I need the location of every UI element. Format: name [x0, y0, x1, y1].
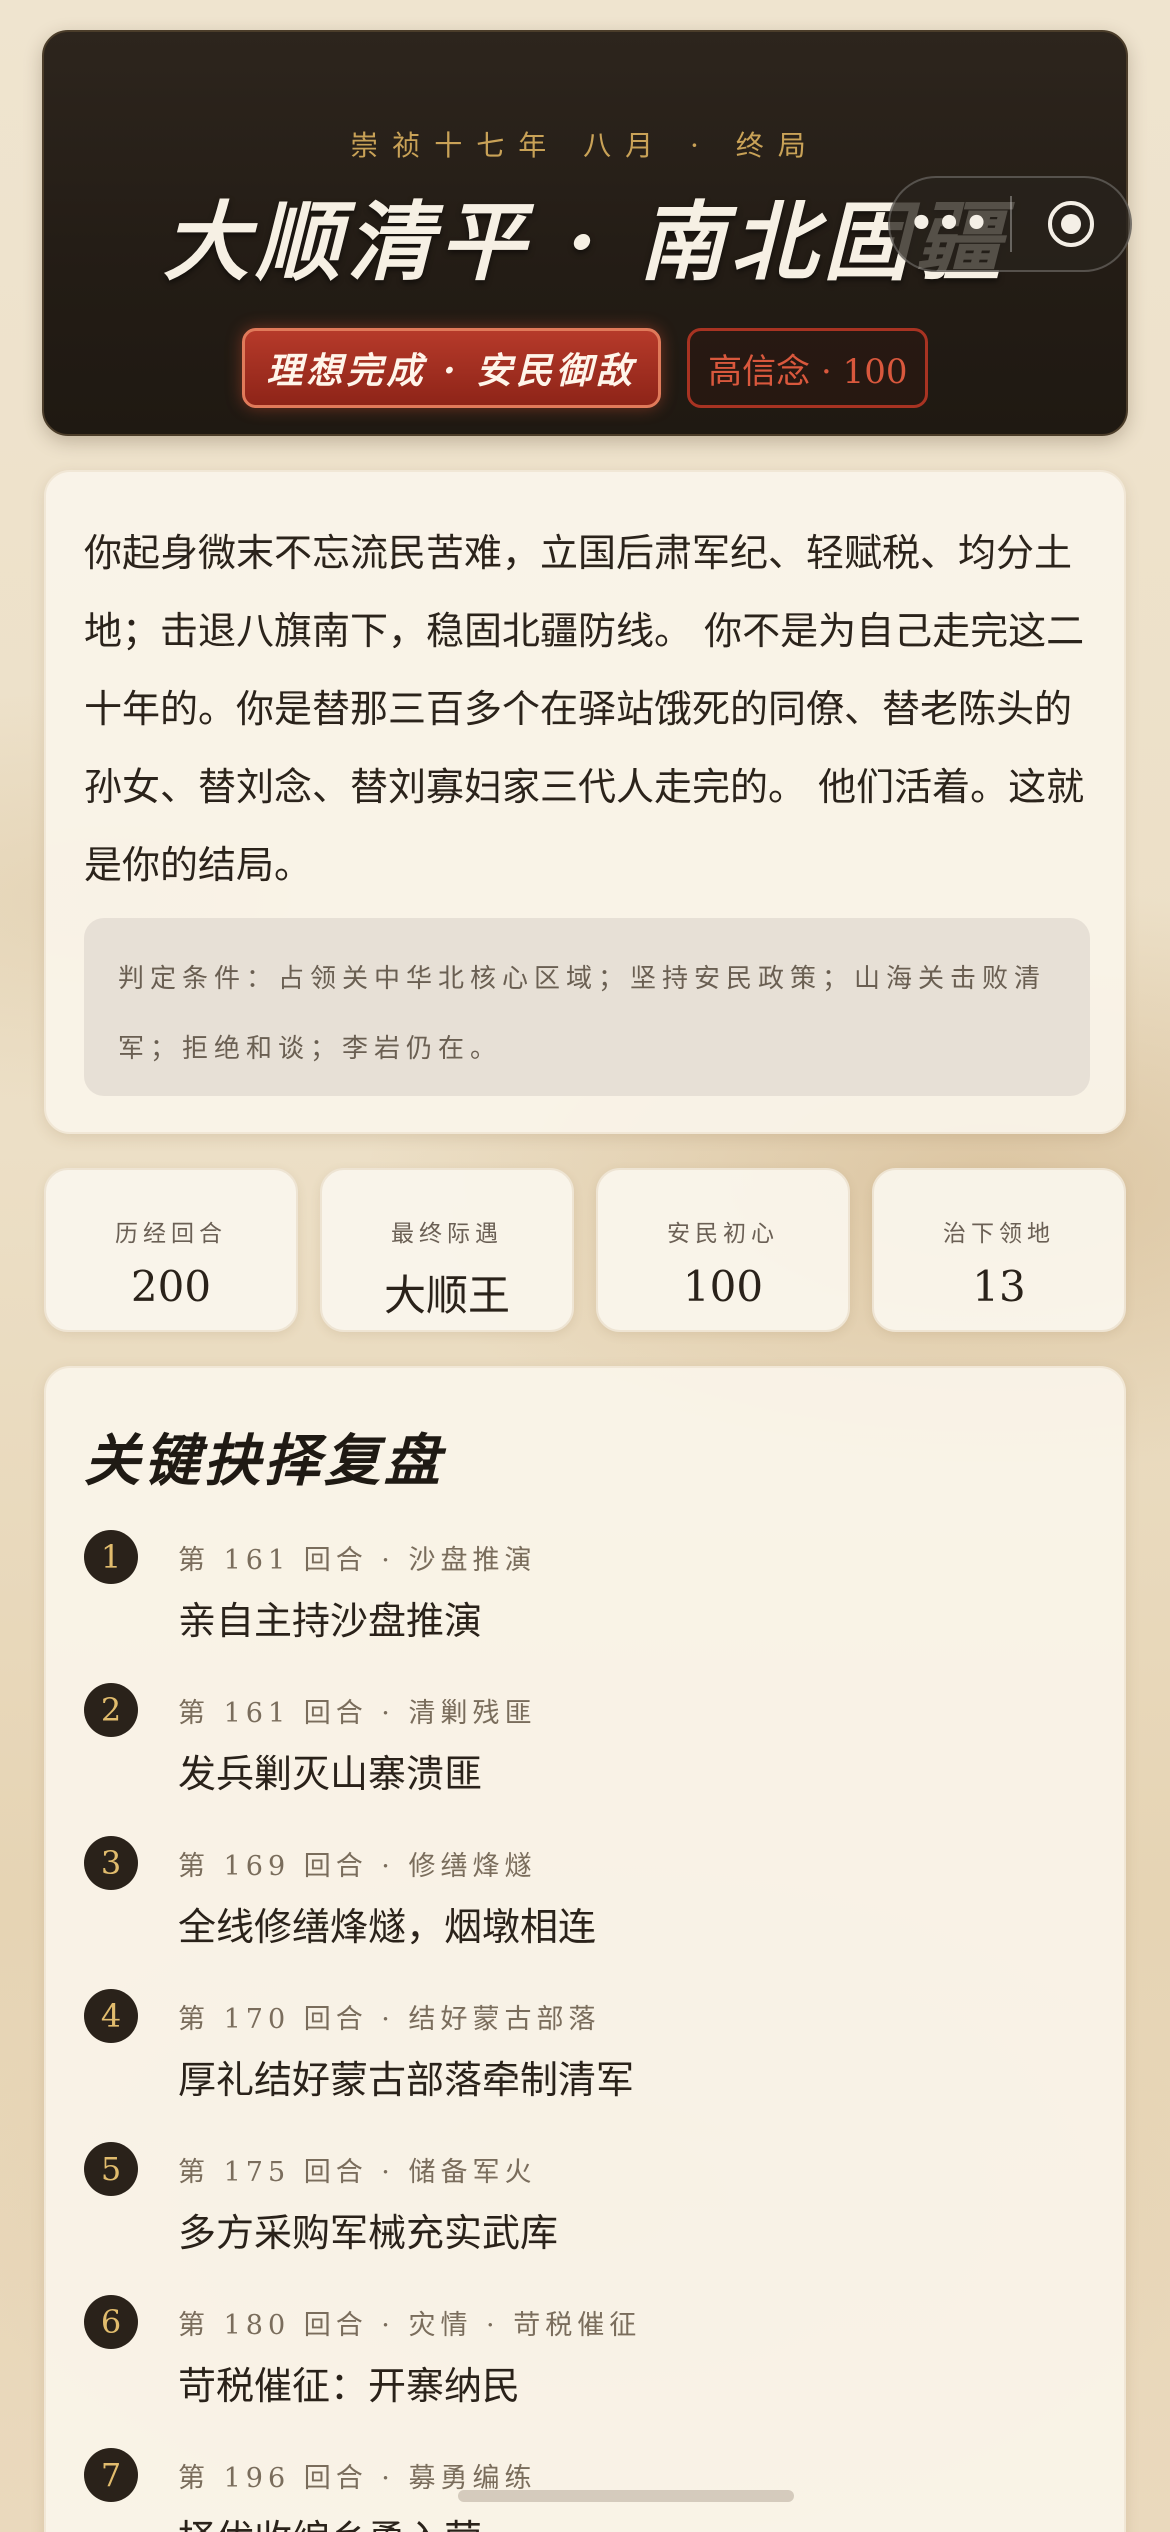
choice-text: 择优收编乡勇入营 [178, 2508, 482, 2532]
record-circle-icon[interactable] [1012, 198, 1130, 250]
stat-final-status: 最终际遇 大顺王 [320, 1168, 574, 1332]
choice-item: 3 第 169 回合 · 修缮烽燧 全线修缮烽燧，烟墩相连 [84, 1836, 1084, 1986]
choice-meta: 第 161 回合 · 沙盘推演 [178, 1545, 537, 1576]
key-choices-title: 关键抉择复盘 [84, 1428, 444, 1494]
choice-number: 2 [84, 1683, 138, 1737]
ending-date: 崇祯十七年 八月 · 终局 [350, 129, 820, 162]
home-indicator[interactable] [458, 2490, 794, 2502]
ellipsis-icon[interactable]: ••• [890, 204, 1010, 244]
stat-label: 历经回合 [115, 1221, 227, 1247]
stat-value: 200 [130, 1262, 212, 1311]
stat-rounds: 历经回合 200 [44, 1168, 298, 1332]
choice-item: 1 第 161 回合 · 沙盘推演 亲自主持沙盘推演 [84, 1530, 1084, 1680]
stat-label: 最终际遇 [391, 1221, 503, 1247]
ending-narrative: 你起身微末不忘流民苦难，立国后肃军纪、轻赋税、均分土地；击退八旗南下，稳固北疆防… [84, 531, 1085, 887]
choice-number: 6 [84, 2295, 138, 2349]
ending-badges: 理想完成 · 安民御敌 高信念 · 100 [44, 328, 1126, 408]
choice-meta: 第 180 回合 · 灾情 · 苛税催征 [178, 2310, 642, 2341]
ending-type-badge: 理想完成 · 安民御敌 [241, 328, 662, 408]
choice-number: 5 [84, 2142, 138, 2196]
choice-item: 5 第 175 回合 · 储备军火 多方采购军械充实武库 [84, 2142, 1084, 2292]
choice-number: 7 [84, 2448, 138, 2502]
stat-belief: 安民初心 100 [596, 1168, 850, 1332]
stat-value: 13 [972, 1262, 1026, 1311]
stat-value: 100 [682, 1262, 764, 1311]
stat-value: 大顺王 [383, 1271, 510, 1320]
ending-criteria: 判定条件：占领关中华北核心区域；坚持安民政策；山海关击败清军；拒绝和谈；李岩仍在… [84, 918, 1090, 1096]
ending-narrative-card: 你起身微末不忘流民苦难，立国后肃军纪、轻赋税、均分土地；击退八旗南下，稳固北疆防… [44, 470, 1126, 1134]
choice-number: 1 [84, 1530, 138, 1584]
choice-item: 6 第 180 回合 · 灾情 · 苛税催征 苛税催征：开寨纳民 [84, 2295, 1084, 2445]
stat-label: 治下领地 [943, 1221, 1055, 1247]
choice-text: 厚礼结好蒙古部落牵制清军 [178, 2058, 635, 2102]
choice-meta: 第 161 回合 · 清剿残匪 [178, 1698, 537, 1729]
choice-text: 亲自主持沙盘推演 [178, 1599, 483, 1643]
belief-badge: 高信念 · 100 [687, 328, 929, 408]
stat-territory: 治下领地 13 [872, 1168, 1126, 1332]
choice-text: 多方采购军械充实武库 [178, 2211, 559, 2255]
menu-capsule: ••• [888, 176, 1132, 272]
choice-meta: 第 175 回合 · 储备军火 [178, 2157, 537, 2188]
stat-label: 安民初心 [667, 1221, 779, 1247]
choice-text: 苛税催征：开寨纳民 [178, 2364, 521, 2408]
choice-meta: 第 170 回合 · 结好蒙古部落 [178, 2004, 601, 2035]
choice-number: 4 [84, 1989, 138, 2043]
choice-item: 2 第 161 回合 · 清剿残匪 发兵剿灭山寨溃匪 [84, 1683, 1084, 1833]
choice-text: 发兵剿灭山寨溃匪 [178, 1752, 483, 1796]
key-choices-card: 关键抉择复盘 1 第 161 回合 · 沙盘推演 亲自主持沙盘推演 2 第 16… [44, 1366, 1126, 2532]
choice-text: 全线修缮烽燧，烟墩相连 [178, 1905, 597, 1949]
choice-number: 3 [84, 1836, 138, 1890]
choice-meta: 第 169 回合 · 修缮烽燧 [178, 1851, 537, 1882]
choice-item: 4 第 170 回合 · 结好蒙古部落 厚礼结好蒙古部落牵制清军 [84, 1989, 1084, 2139]
